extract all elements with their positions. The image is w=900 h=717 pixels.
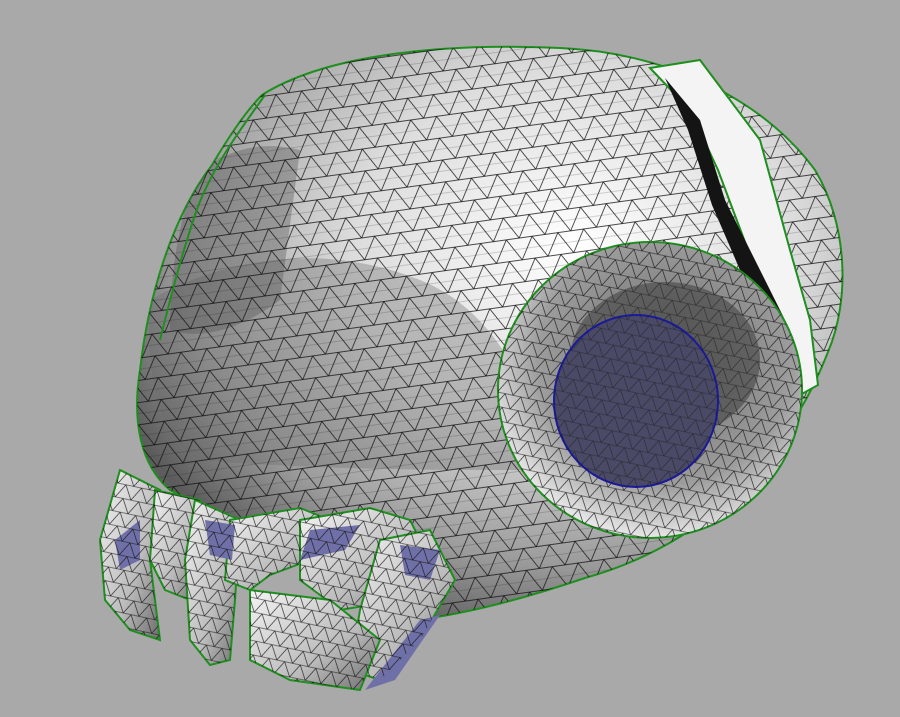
eye-socket (497, 241, 803, 539)
3d-viewport[interactable] (0, 0, 900, 717)
skull-mesh-render (98, 45, 844, 692)
